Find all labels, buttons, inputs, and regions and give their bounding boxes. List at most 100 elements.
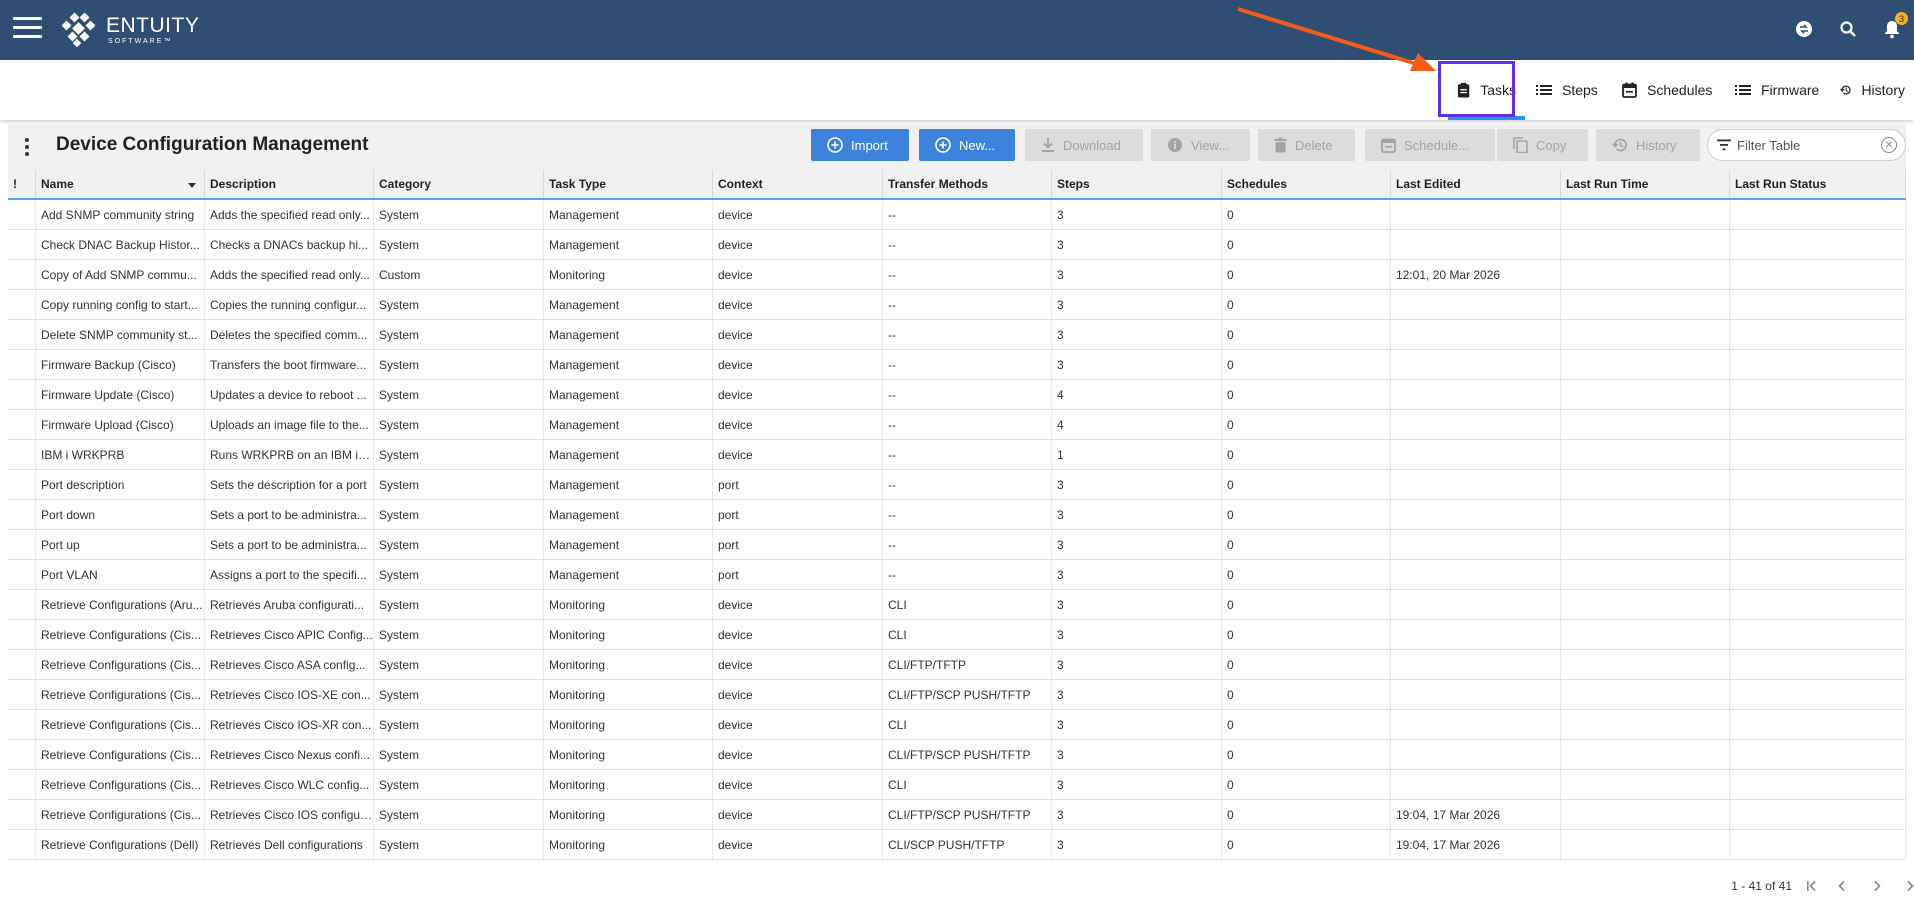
table-body: Add SNMP community string Adds the specif… bbox=[8, 200, 1906, 860]
cell-task-type: Management bbox=[544, 230, 713, 259]
schedule-button[interactable]: Schedule... bbox=[1365, 129, 1495, 161]
sort-descending-icon[interactable] bbox=[188, 183, 196, 188]
column-header-flag[interactable]: ! bbox=[8, 170, 36, 198]
cell-name: Delete SNMP community st... bbox=[36, 320, 205, 349]
cell-steps: 3 bbox=[1052, 500, 1222, 529]
table-row[interactable]: Retrieve Configurations (Cis... Retrieves… bbox=[8, 740, 1906, 770]
table-row[interactable]: Retrieve Configurations (Cis... Retrieves… bbox=[8, 710, 1906, 740]
view-button[interactable]: View... bbox=[1151, 129, 1250, 161]
tab-firmware[interactable]: Firmware bbox=[1726, 60, 1831, 120]
table-row[interactable]: Retrieve Configurations (Cis... Retrieves… bbox=[8, 620, 1906, 650]
tab-history[interactable]: History bbox=[1831, 60, 1914, 120]
table-row[interactable]: Port description Sets the description for… bbox=[8, 470, 1906, 500]
cell-text: Deletes the specified comm... bbox=[210, 327, 368, 342]
column-header-context[interactable]: Context bbox=[713, 170, 883, 198]
clear-filter-icon[interactable]: ✕ bbox=[1881, 137, 1897, 153]
cell-transfer-methods: -- bbox=[883, 320, 1052, 349]
entuity-logo-mark-icon bbox=[61, 12, 96, 48]
column-header-category[interactable]: Category bbox=[374, 170, 544, 198]
tab-tasks[interactable]: Tasks bbox=[1448, 60, 1525, 120]
filter-table-input[interactable]: Filter Table ✕ bbox=[1707, 129, 1906, 161]
view-button-label: View... bbox=[1191, 137, 1230, 153]
cell-transfer-methods: CLI/FTP/TFTP bbox=[883, 650, 1052, 679]
menu-icon[interactable] bbox=[13, 17, 42, 39]
table-row[interactable]: Add SNMP community string Adds the specif… bbox=[8, 200, 1906, 230]
table-row[interactable]: Firmware Upload (Cisco) Uploads an image … bbox=[8, 410, 1906, 440]
cell-text: device bbox=[718, 747, 753, 762]
cell-transfer-methods: -- bbox=[883, 380, 1052, 409]
column-header-last-run-status[interactable]: Last Run Status bbox=[1730, 170, 1906, 198]
entuity-logo[interactable]: ENTUITY SOFTWARE™ bbox=[60, 12, 199, 48]
table-row[interactable]: Copy of Add SNMP commu... Adds the specif… bbox=[8, 260, 1906, 290]
search-icon[interactable] bbox=[1826, 14, 1870, 44]
cell-schedules: 0 bbox=[1222, 230, 1391, 259]
cell-text: 0 bbox=[1227, 567, 1234, 582]
column-header-last-run-time[interactable]: Last Run Time bbox=[1561, 170, 1730, 198]
tab-schedules[interactable]: Schedules bbox=[1613, 60, 1726, 120]
cell-last-run-status bbox=[1730, 500, 1906, 529]
table-row[interactable]: Retrieve Configurations (Cis... Retrieves… bbox=[8, 770, 1906, 800]
table-row[interactable]: Port VLAN Assigns a port to the specifi..… bbox=[8, 560, 1906, 590]
history-button[interactable]: History bbox=[1596, 129, 1700, 161]
table-row[interactable]: Retrieve Configurations (Aru... Retrieves… bbox=[8, 590, 1906, 620]
column-header-schedules[interactable]: Schedules bbox=[1222, 170, 1391, 198]
cell-task-type: Monitoring bbox=[544, 830, 713, 859]
column-header-task-type[interactable]: Task Type bbox=[544, 170, 713, 198]
cell-transfer-methods: -- bbox=[883, 470, 1052, 499]
table-row[interactable]: Port up Sets a port to be administra... Sy… bbox=[8, 530, 1906, 560]
cell-flag bbox=[8, 680, 36, 709]
last-page-icon[interactable] bbox=[1902, 878, 1914, 894]
column-header-last-edited[interactable]: Last Edited bbox=[1391, 170, 1561, 198]
table-row[interactable]: Retrieve Configurations (Cis... Retrieves… bbox=[8, 680, 1906, 710]
cell-text: port bbox=[718, 537, 739, 552]
table-row[interactable]: Port down Sets a port to be administra...… bbox=[8, 500, 1906, 530]
cell-task-type: Monitoring bbox=[544, 770, 713, 799]
table-row[interactable]: IBM i WRKPRB Runs WRKPRB on an IBM i d...… bbox=[8, 440, 1906, 470]
previous-page-icon[interactable] bbox=[1833, 878, 1851, 894]
tab-steps[interactable]: Steps bbox=[1527, 60, 1613, 120]
column-header-steps[interactable]: Steps bbox=[1052, 170, 1222, 198]
cell-last-edited bbox=[1391, 740, 1561, 769]
cell-category: Custom bbox=[374, 260, 544, 289]
cell-text: Runs WRKPRB on an IBM i d... bbox=[210, 447, 373, 462]
cell-text: Delete SNMP community st... bbox=[41, 327, 198, 342]
cell-text: Retrieves Cisco Nexus confi... bbox=[210, 747, 371, 762]
cell-text: port bbox=[718, 477, 739, 492]
download-button[interactable]: Download bbox=[1025, 129, 1143, 161]
trash-icon bbox=[1274, 137, 1287, 153]
cell-steps: 3 bbox=[1052, 290, 1222, 319]
column-header-transfer-methods[interactable]: Transfer Methods bbox=[883, 170, 1052, 198]
cell-context: device bbox=[713, 650, 883, 679]
delete-button[interactable]: Delete bbox=[1258, 129, 1355, 161]
new-button[interactable]: New... bbox=[919, 129, 1015, 161]
next-page-icon[interactable] bbox=[1868, 878, 1886, 894]
cell-text: 0 bbox=[1227, 657, 1234, 672]
table-row[interactable]: Retrieve Configurations (Cis... Retrieves… bbox=[8, 650, 1906, 680]
cell-context: port bbox=[713, 530, 883, 559]
cell-text: Adds the specified read only... bbox=[210, 267, 370, 282]
cell-name: Retrieve Configurations (Cis... bbox=[36, 680, 205, 709]
import-button[interactable]: Import bbox=[811, 129, 909, 161]
cell-last-edited bbox=[1391, 230, 1561, 259]
table-row[interactable]: Retrieve Configurations (Cis... Retrieves… bbox=[8, 800, 1906, 830]
table-row[interactable]: Delete SNMP community st... Deletes the s… bbox=[8, 320, 1906, 350]
table-footer: 1 - 41 of 41 bbox=[8, 866, 1914, 905]
more-options-icon[interactable] bbox=[24, 138, 30, 156]
table-row[interactable]: Firmware Update (Cisco) Updates a device … bbox=[8, 380, 1906, 410]
domain-switch-icon[interactable] bbox=[1782, 14, 1826, 44]
cell-text: port bbox=[718, 507, 739, 522]
table-row[interactable]: Check DNAC Backup Histor... Checks a DNAC… bbox=[8, 230, 1906, 260]
column-header-description[interactable]: Description bbox=[205, 170, 374, 198]
first-page-icon[interactable] bbox=[1803, 878, 1821, 894]
cell-flag bbox=[8, 590, 36, 619]
cell-text: 0 bbox=[1227, 597, 1234, 612]
table-row[interactable]: Firmware Backup (Cisco) Transfers the boo… bbox=[8, 350, 1906, 380]
table-row[interactable]: Copy running config to start... Copies th… bbox=[8, 290, 1906, 320]
cell-text: 3 bbox=[1057, 837, 1064, 852]
cell-last-run-time bbox=[1561, 800, 1730, 829]
copy-button[interactable]: Copy bbox=[1497, 129, 1588, 161]
notifications-bell-icon[interactable]: 3 bbox=[1870, 12, 1914, 44]
table-row[interactable]: Retrieve Configurations (Dell) Retrieves … bbox=[8, 830, 1906, 860]
column-header-name[interactable]: Name bbox=[36, 170, 205, 198]
cell-transfer-methods: -- bbox=[883, 440, 1052, 469]
